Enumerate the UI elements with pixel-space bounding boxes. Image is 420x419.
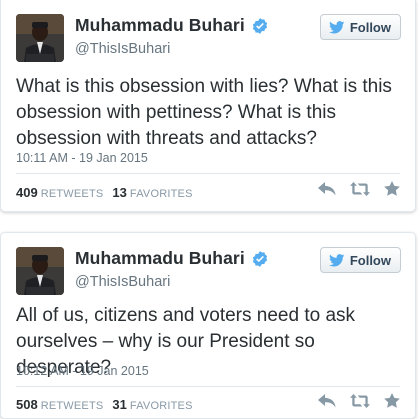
avatar[interactable] [16,14,64,62]
tweet-stats: 508 RETWEETS 31 FAVORITES [16,397,202,412]
retweet-count[interactable]: 508 [16,397,38,412]
follow-button-label: Follow [349,252,391,268]
favorite-count[interactable]: 13 [112,185,126,200]
avatar-image [16,14,64,62]
tweet-actions [304,181,400,196]
tweet-timestamp[interactable]: 10:11 AM - 19 Jan 2015 [16,151,148,165]
twitter-bird-icon [328,20,345,33]
tweet-card: Muhammadu Buhari @ThisIsBuhari Follow Wh… [0,0,416,212]
favorite-label[interactable]: FAVORITES [130,188,193,200]
tweet-card: Muhammadu Buhari @ThisIsBuhari Follow Al… [0,232,416,419]
retweet-icon[interactable] [350,393,370,408]
avatar-image [16,247,64,295]
follow-button[interactable]: Follow [319,14,401,40]
divider [16,386,400,387]
star-icon[interactable] [384,393,400,408]
follow-button-label: Follow [349,19,391,35]
divider [16,173,400,174]
tweet-actions [304,393,400,408]
author-handle[interactable]: @ThisIsBuhari [75,41,170,57]
reply-icon[interactable] [318,181,336,196]
favorite-count[interactable]: 31 [112,397,126,412]
avatar[interactable] [16,247,64,295]
retweet-count[interactable]: 409 [16,185,38,200]
follow-button[interactable]: Follow [319,247,401,273]
favorite-label[interactable]: FAVORITES [130,400,193,412]
author-name[interactable]: Muhammadu Buhari [75,248,245,269]
tweet-timestamp[interactable]: 10:12 AM - 19 Jan 2015 [16,364,149,378]
reply-icon[interactable] [318,393,336,408]
star-icon[interactable] [384,181,400,196]
retweet-label[interactable]: RETWEETS [41,400,104,412]
retweet-icon[interactable] [350,181,370,196]
tweet-text: What is this obsession with lies? What i… [16,76,392,149]
author-name-row: Muhammadu Buhari [75,248,269,269]
twitter-bird-icon [328,253,345,266]
author-name[interactable]: Muhammadu Buhari [75,15,245,36]
verified-badge-icon [252,250,267,267]
author-handle[interactable]: @ThisIsBuhari [75,274,170,290]
verified-badge-icon [252,17,267,34]
tweet-stats: 409 RETWEETS 13 FAVORITES [16,185,202,200]
author-name-row: Muhammadu Buhari [75,15,269,36]
retweet-label[interactable]: RETWEETS [41,188,104,200]
